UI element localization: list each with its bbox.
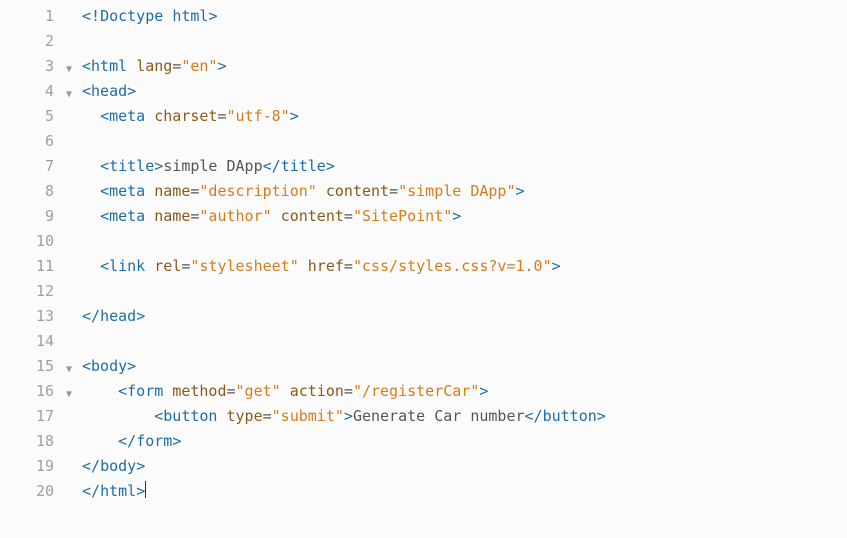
code-line[interactable]: </form> [82, 429, 606, 454]
line-number: 11 [0, 254, 60, 279]
line-number: 14 [0, 329, 60, 354]
line-number-gutter: 123▼4▼56789101112131415▼16▼17181920 [0, 0, 60, 538]
code-line[interactable]: </body> [82, 454, 606, 479]
code-line[interactable]: <meta name="description" content="simple… [82, 179, 606, 204]
code-line[interactable]: <body> [82, 354, 606, 379]
line-number: 10 [0, 229, 60, 254]
line-number: 12 [0, 279, 60, 304]
line-number: 5 [0, 104, 60, 129]
line-number: 6 [0, 129, 60, 154]
line-number: 9 [0, 204, 60, 229]
text-cursor [145, 481, 146, 498]
code-line[interactable]: <meta name="author" content="SitePoint"> [82, 204, 606, 229]
code-line[interactable]: <html lang="en"> [82, 54, 606, 79]
code-area[interactable]: <!Doctype html> <html lang="en"><head> <… [60, 0, 606, 538]
code-line[interactable]: <link rel="stylesheet" href="css/styles.… [82, 254, 606, 279]
code-line[interactable] [82, 329, 606, 354]
code-line[interactable]: <button type="submit">Generate Car numbe… [82, 404, 606, 429]
line-number: 2 [0, 29, 60, 54]
line-number: 15▼ [0, 354, 60, 379]
code-line[interactable]: <meta charset="utf-8"> [82, 104, 606, 129]
line-number: 1 [0, 4, 60, 29]
line-number: 4▼ [0, 79, 60, 104]
code-line[interactable]: </head> [82, 304, 606, 329]
line-number: 17 [0, 404, 60, 429]
code-line[interactable] [82, 279, 606, 304]
code-line[interactable] [82, 29, 606, 54]
code-line[interactable] [82, 129, 606, 154]
code-line[interactable]: <form method="get" action="/registerCar"… [82, 379, 606, 404]
fold-icon[interactable]: ▼ [66, 82, 72, 107]
line-number: 7 [0, 154, 60, 179]
line-number: 16▼ [0, 379, 60, 404]
line-number: 8 [0, 179, 60, 204]
code-editor[interactable]: 123▼4▼56789101112131415▼16▼17181920 <!Do… [0, 0, 847, 538]
code-line[interactable] [82, 229, 606, 254]
code-line[interactable]: <head> [82, 79, 606, 104]
line-number: 18 [0, 429, 60, 454]
line-number: 13 [0, 304, 60, 329]
fold-icon[interactable]: ▼ [66, 57, 72, 82]
code-line[interactable]: </html> [82, 479, 606, 504]
line-number: 3▼ [0, 54, 60, 79]
code-line[interactable]: <title>simple DApp</title> [82, 154, 606, 179]
line-number: 20 [0, 479, 60, 504]
code-line[interactable]: <!Doctype html> [82, 4, 606, 29]
line-number: 19 [0, 454, 60, 479]
fold-icon[interactable]: ▼ [66, 357, 72, 382]
fold-icon[interactable]: ▼ [66, 382, 72, 407]
